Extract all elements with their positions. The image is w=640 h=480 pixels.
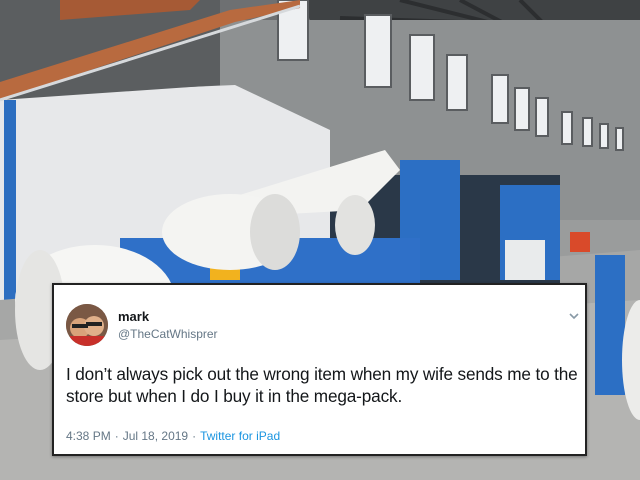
- tweet-time[interactable]: 4:38 PM: [66, 429, 111, 443]
- display-name[interactable]: mark: [118, 309, 149, 324]
- user-handle[interactable]: @TheCatWhisprer: [118, 327, 218, 341]
- meta-separator: ·: [192, 429, 197, 443]
- meme-image: mark @TheCatWhisprer I don’t always pick…: [0, 0, 640, 480]
- tweet-text: I don’t always pick out the wrong item w…: [66, 364, 578, 406]
- tweet-metadata: 4:38 PM · Jul 18, 2019 · Twitter for iPad: [66, 429, 280, 443]
- tweet-card: mark @TheCatWhisprer I don’t always pick…: [52, 283, 587, 456]
- meta-separator: ·: [114, 429, 119, 443]
- avatar[interactable]: [66, 304, 108, 346]
- tweet-date[interactable]: Jul 18, 2019: [123, 429, 188, 443]
- profile-photo-icon: [66, 304, 108, 346]
- chevron-down-icon[interactable]: [568, 311, 580, 321]
- tweet-source-link[interactable]: Twitter for iPad: [200, 429, 280, 443]
